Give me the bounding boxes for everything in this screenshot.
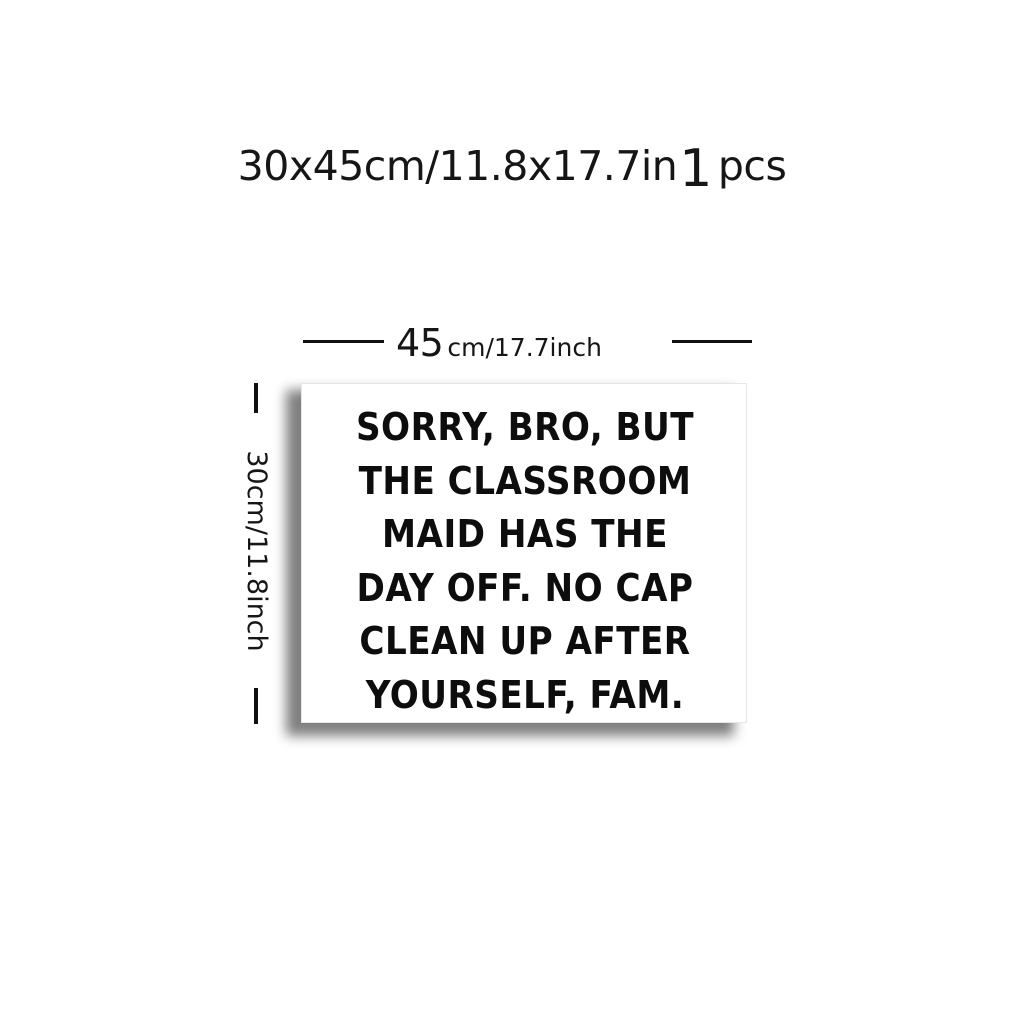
width-unit: cm/17.7inch [447,333,602,362]
height-tick-bottom [254,688,258,724]
width-line-left [303,340,384,343]
product-size-title: 30x45cm/11.8x17.7in1 pcs [0,140,1024,195]
sign-line: THE CLASSROOM [358,458,692,503]
width-label: 45 cm/17.7inch [396,318,602,373]
sign-line: MAID HAS THE [382,512,668,556]
height-label: 30cm/11.8inch [241,450,272,652]
width-dimension: 45 cm/17.7inch [300,318,754,368]
height-tick-top [254,383,258,413]
width-value: 45 [396,321,444,365]
sign-board: SORRY, BRO, BUT THE CLASSROOM MAID HAS T… [301,383,747,723]
sign-line: SORRY, BRO, BUT [355,405,695,449]
quantity-number: 1 [679,139,712,199]
sign-line: CLEAN UP AFTER [359,619,691,663]
width-line-right [672,340,752,343]
quantity-unit: pcs [717,142,787,190]
size-text: 30x45cm/11.8x17.7in [237,142,678,190]
sign-line: DAY OFF. NO CAP [356,565,694,610]
sign-line: YOURSELF, FAM. [365,672,685,717]
sign-message: SORRY, BRO, BUT THE CLASSROOM MAID HAS T… [324,401,725,722]
